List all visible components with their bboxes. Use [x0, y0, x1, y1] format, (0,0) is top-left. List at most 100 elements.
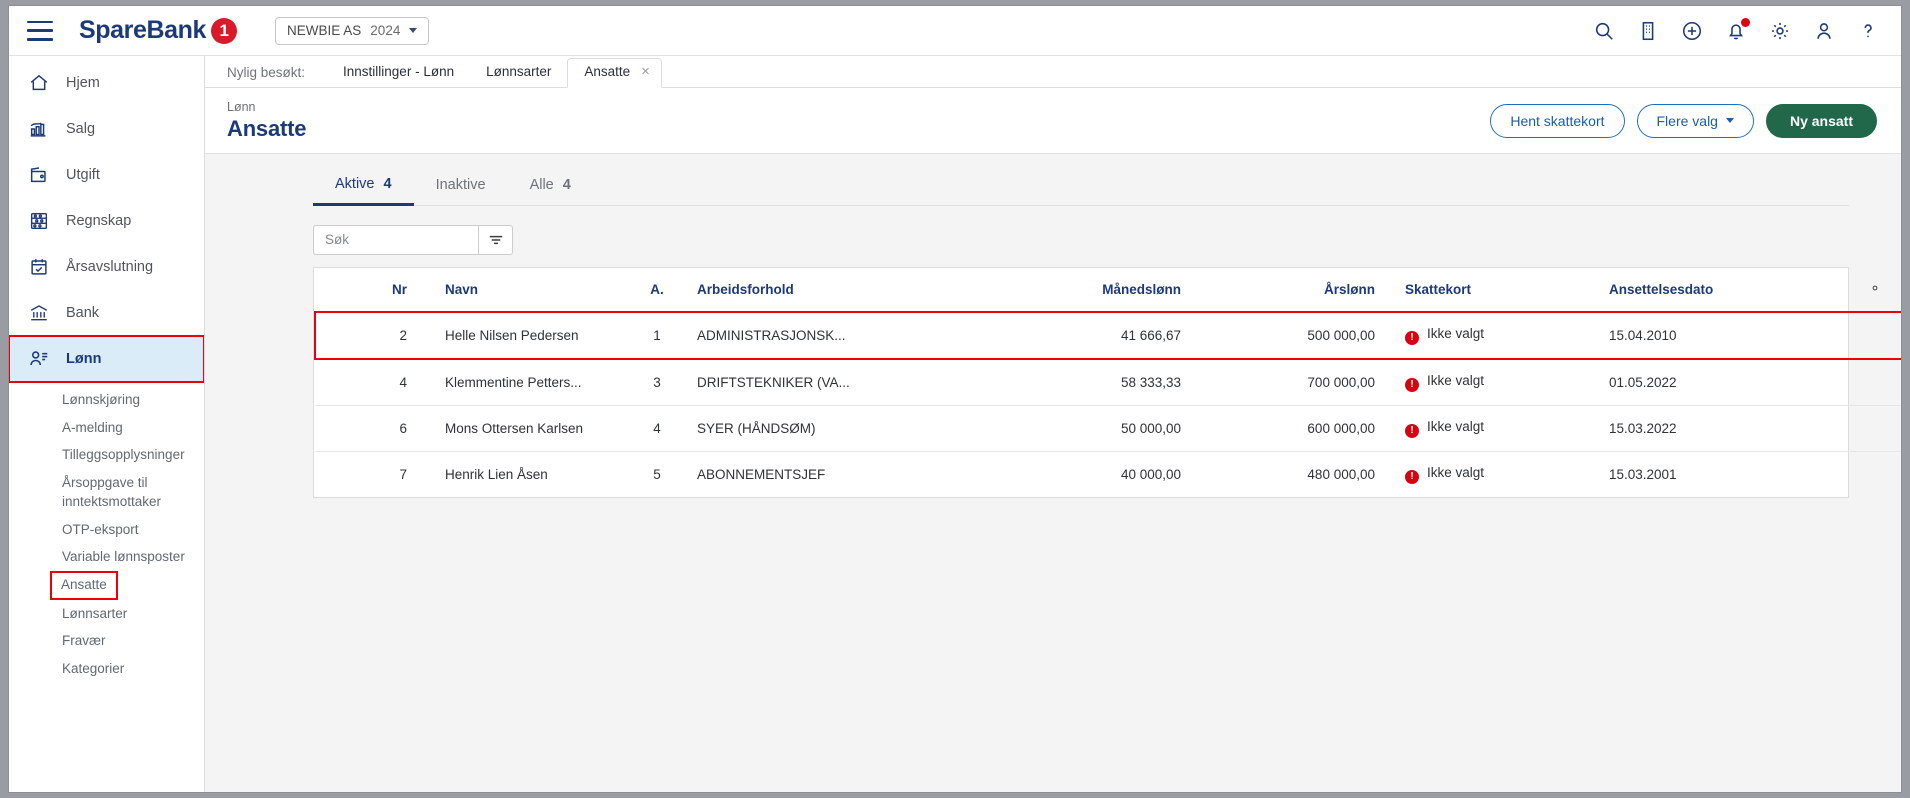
cell-navn: Mons Ottersen Karlsen [423, 405, 631, 451]
recent-visited-bar: Nylig besøkt: Innstillinger - Lønn Lønns… [205, 56, 1901, 88]
hent-skattekort-label: Hent skattekort [1510, 113, 1604, 129]
sidebar-subitem-arsoppgave[interactable]: Årsoppgave til inntektsmottaker [9, 469, 204, 516]
company-selector[interactable]: NEWBIE AS 2024 [275, 17, 429, 45]
company-name: NEWBIE AS [287, 23, 361, 38]
sidebar-item-bank[interactable]: Bank [9, 290, 204, 336]
cell-skattekort: !Ikke valgt [1389, 451, 1595, 497]
cell-nr: 7 [315, 451, 423, 497]
recent-visited-label: Nylig besøkt: [227, 65, 305, 87]
sidebar-item-regnskap[interactable]: Regnskap [9, 198, 204, 244]
cell-arbeidsforhold: ADMINISTRASJONSK... [683, 312, 951, 359]
col-header-arslonn[interactable]: Årslønn [1197, 268, 1389, 312]
table-row[interactable]: 7 Henrik Lien Åsen 5 ABONNEMENTSJEF 40 0… [315, 451, 1901, 497]
sidebar-subitem-a-melding[interactable]: A-melding [9, 414, 204, 442]
sidebar-item-salg[interactable]: Salg [9, 106, 204, 152]
building-icon[interactable] [1637, 20, 1659, 42]
cell-arslonn: 700 000,00 [1197, 359, 1389, 406]
filter-button[interactable] [479, 225, 513, 255]
filter-tabs: Aktive 4 Inaktive Alle 4 [313, 168, 1849, 206]
col-header-navn[interactable]: Navn [423, 268, 631, 312]
hent-skattekort-button[interactable]: Hent skattekort [1490, 104, 1624, 138]
sidebar-item-label: Bank [66, 306, 99, 321]
tab-alle[interactable]: Alle 4 [508, 168, 593, 205]
flere-valg-button[interactable]: Flere valg [1637, 104, 1754, 138]
cell-nr: 6 [315, 405, 423, 451]
top-bar: SpareBank 1 NEWBIE AS 2024 [9, 6, 1901, 56]
page-title: Ansatte [227, 116, 306, 142]
search-row [313, 225, 1849, 255]
col-header-manedslonn[interactable]: Månedslønn [951, 268, 1197, 312]
tab-count: 4 [384, 176, 392, 192]
sidebar-subitem-fravaer[interactable]: Fravær [9, 627, 204, 655]
cell-arbeidsforhold: DRIFTSTEKNIKER (VA... [683, 359, 951, 406]
brand-badge-icon: 1 [211, 18, 237, 44]
recent-tab-ansatte[interactable]: Ansatte × [567, 58, 662, 88]
plus-circle-icon[interactable] [1681, 20, 1703, 42]
cell-skattekort: !Ikke valgt [1389, 312, 1595, 359]
employee-table: Nr Navn A. Arbeidsforhold Månedslønn Års… [314, 268, 1901, 497]
sidebar-item-label: Hjem [66, 76, 100, 91]
table-settings-gear-icon[interactable] [1845, 268, 1901, 312]
help-icon[interactable] [1857, 20, 1879, 42]
hamburger-icon[interactable] [27, 21, 53, 41]
sidebar-subitem-lonnskjoring[interactable]: Lønnskjøring [9, 386, 204, 414]
cell-arslonn: 500 000,00 [1197, 312, 1389, 359]
table-row[interactable]: 6 Mons Ottersen Karlsen 4 SYER (HÅNDSØM)… [315, 405, 1901, 451]
notification-badge [1741, 18, 1750, 27]
sidebar-item-label: Salg [66, 122, 95, 137]
bell-icon[interactable] [1725, 20, 1747, 42]
cell-a: 1 [631, 312, 683, 359]
warning-icon: ! [1405, 378, 1419, 392]
recent-tab-innstillinger-lonn[interactable]: Innstillinger - Lønn [327, 59, 470, 87]
col-header-arbeidsforhold[interactable]: Arbeidsforhold [683, 268, 951, 312]
cell-spacer [1845, 359, 1901, 406]
cell-manedslonn: 58 333,33 [951, 359, 1197, 406]
home-icon [27, 71, 51, 95]
cell-nr: 4 [315, 359, 423, 406]
cell-navn: Klemmentine Petters... [423, 359, 631, 406]
cell-skattekort: !Ikke valgt [1389, 359, 1595, 406]
sidebar-subitem-kategorier[interactable]: Kategorier [9, 655, 204, 683]
sidebar-subitem-otp-eksport[interactable]: OTP-eksport [9, 516, 204, 544]
cell-nr: 2 [315, 312, 423, 359]
search-input[interactable] [313, 225, 479, 255]
sidebar-subitem-tilleggsopplysninger[interactable]: Tilleggsopplysninger [9, 441, 204, 469]
col-header-a[interactable]: A. [631, 268, 683, 312]
fiscal-year: 2024 [370, 23, 400, 38]
sidebar-item-utgift[interactable]: Utgift [9, 152, 204, 198]
ny-ansatt-button[interactable]: Ny ansatt [1766, 104, 1877, 138]
sidebar-subitem-ansatte[interactable]: Ansatte [50, 571, 118, 600]
chevron-down-icon [1726, 118, 1734, 123]
recent-tab-label: Ansatte [584, 64, 630, 79]
recent-tab-lonnsarter[interactable]: Lønnsarter [470, 59, 567, 87]
search-icon[interactable] [1593, 20, 1615, 42]
brand-name: SpareBank [79, 16, 206, 45]
sidebar-item-lonn[interactable]: Lønn [9, 336, 204, 382]
user-icon[interactable] [1813, 20, 1835, 42]
sidebar-item-label: Lønn [66, 352, 101, 367]
table-row[interactable]: 4 Klemmentine Petters... 3 DRIFTSTEKNIKE… [315, 359, 1901, 406]
col-header-ansettelsesdato[interactable]: Ansettelsesdato [1595, 268, 1845, 312]
tab-aktive[interactable]: Aktive 4 [313, 168, 414, 206]
close-icon[interactable]: × [641, 64, 650, 79]
gear-icon[interactable] [1769, 20, 1791, 42]
warning-icon: ! [1405, 331, 1419, 345]
sidebar-item-hjem[interactable]: Hjem [9, 60, 204, 106]
sidebar: Hjem Salg [9, 56, 205, 792]
col-header-skattekort[interactable]: Skattekort [1389, 268, 1595, 312]
wallet-icon [27, 163, 51, 187]
sidebar-subitem-lonnsarter[interactable]: Lønnsarter [9, 600, 204, 628]
table-row[interactable]: 2 Helle Nilsen Pedersen 1 ADMINISTRASJON… [315, 312, 1901, 359]
breadcrumb: Lønn [227, 100, 306, 114]
sidebar-item-arsavslutning[interactable]: Årsavslutning [9, 244, 204, 290]
sidebar-item-label: Regnskap [66, 214, 131, 229]
cell-skattekort: !Ikke valgt [1389, 405, 1595, 451]
col-header-nr[interactable]: Nr [315, 268, 423, 312]
payroll-person-icon [27, 347, 51, 371]
sidebar-subnav: Lønnskjøring A-melding Tilleggsopplysnin… [9, 382, 204, 682]
sidebar-subitem-variable-lonnsposter[interactable]: Variable lønnsposter [9, 543, 204, 571]
tab-inaktive[interactable]: Inaktive [414, 168, 508, 205]
brand-logo[interactable]: SpareBank 1 [79, 16, 237, 45]
cell-arbeidsforhold: SYER (HÅNDSØM) [683, 405, 951, 451]
cell-ansettelsesdato: 15.04.2010 [1595, 312, 1845, 359]
